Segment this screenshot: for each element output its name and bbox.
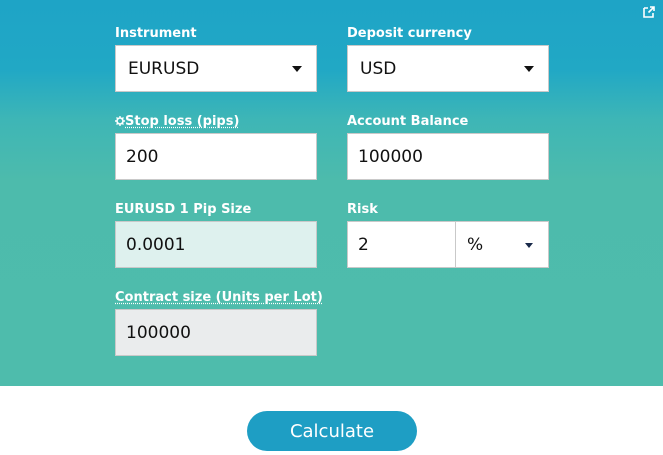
chevron-down-icon xyxy=(524,66,534,72)
calculator-panel: Instrument EURUSD Deposit currency USD S… xyxy=(0,0,663,386)
stop-loss-label[interactable]: Stop loss (pips) xyxy=(115,114,239,130)
contract-size-label[interactable]: Contract size (Units per Lot) xyxy=(115,290,323,306)
account-balance-value: 100000 xyxy=(358,146,423,167)
instrument-label: Instrument xyxy=(115,26,197,41)
pip-size-field: 0.0001 xyxy=(115,221,317,268)
pip-size-label: EURUSD 1 Pip Size xyxy=(115,202,252,217)
chevron-down-icon xyxy=(525,243,533,248)
contract-size-field: 100000 xyxy=(115,309,317,356)
stop-loss-input[interactable]: 200 xyxy=(115,133,317,180)
risk-unit-select[interactable]: % xyxy=(455,221,549,268)
stop-loss-value: 200 xyxy=(126,146,159,167)
risk-input[interactable]: 2 xyxy=(347,221,456,268)
deposit-currency-select[interactable]: USD xyxy=(347,45,549,92)
external-link-icon[interactable] xyxy=(641,4,657,20)
chevron-down-icon xyxy=(292,66,302,72)
risk-value: 2 xyxy=(358,234,369,255)
pip-size-value: 0.0001 xyxy=(126,234,186,255)
calculate-button[interactable]: Calculate xyxy=(247,411,417,451)
gear-icon xyxy=(115,116,125,126)
instrument-value: EURUSD xyxy=(128,58,200,79)
deposit-currency-value: USD xyxy=(360,58,397,79)
account-balance-input[interactable]: 100000 xyxy=(347,133,549,180)
risk-unit-value: % xyxy=(467,234,484,255)
risk-label: Risk xyxy=(347,202,378,217)
stop-loss-label-text: Stop loss (pips) xyxy=(125,114,240,129)
account-balance-label: Account Balance xyxy=(347,114,469,129)
deposit-currency-label: Deposit currency xyxy=(347,26,472,41)
contract-size-value: 100000 xyxy=(126,322,191,343)
instrument-select[interactable]: EURUSD xyxy=(115,45,317,92)
